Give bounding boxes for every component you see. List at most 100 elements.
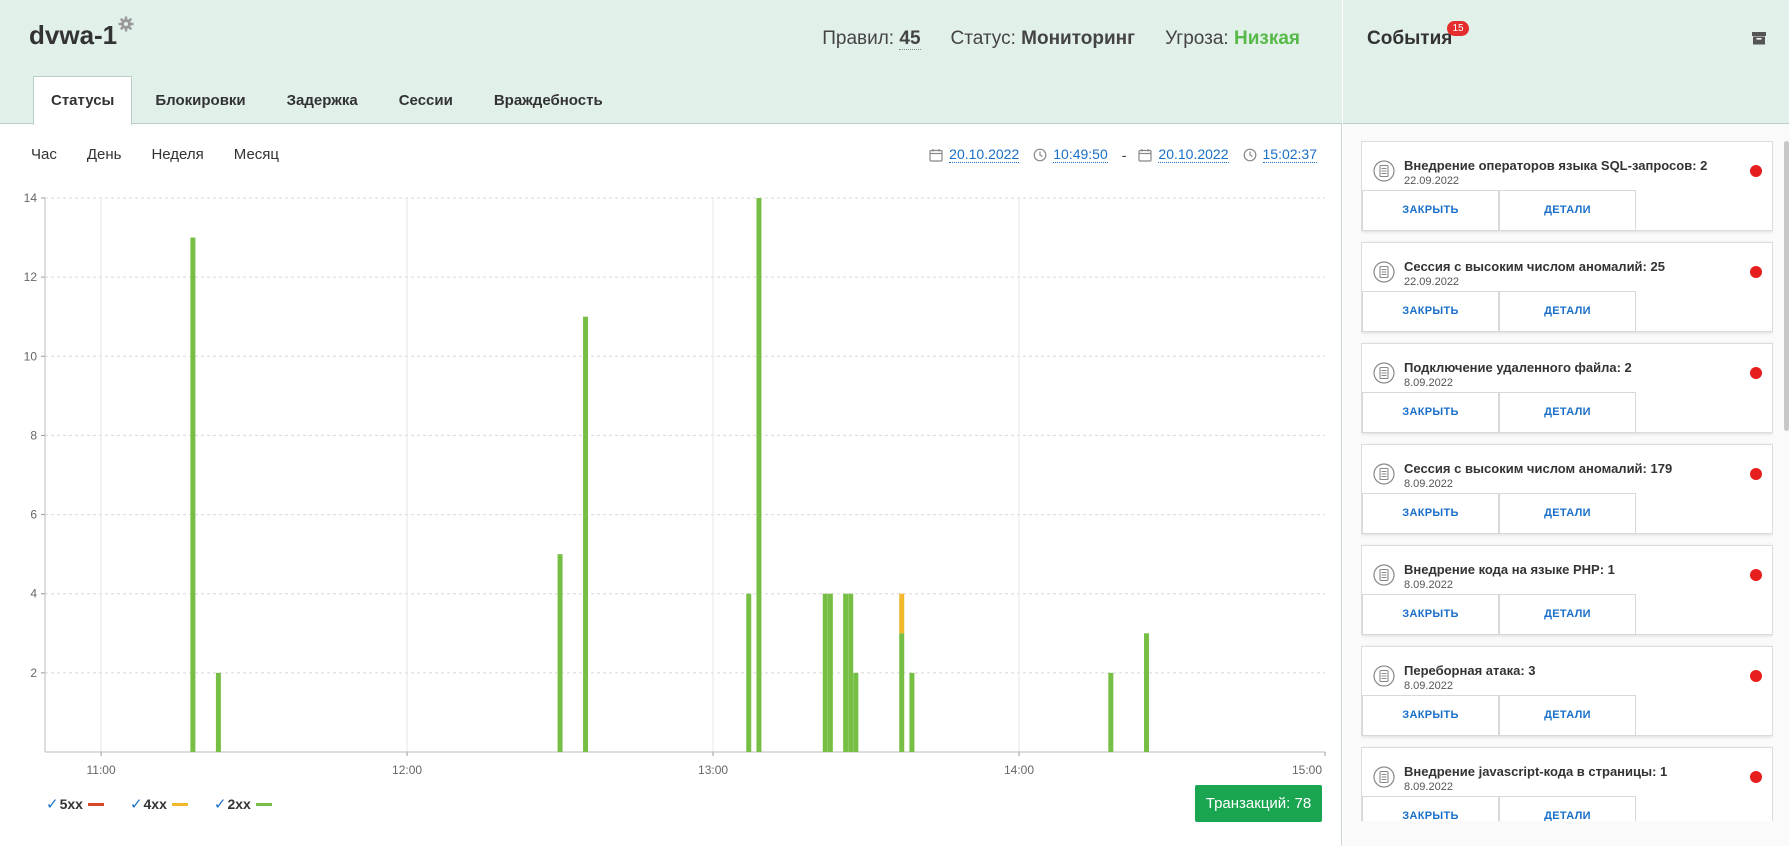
event-card[interactable]: Подключение удаленного файла: 2 8.09.2022…: [1361, 343, 1773, 433]
rules-value[interactable]: 45: [899, 28, 921, 50]
close-event-button[interactable]: ЗАКРЫТЬ: [1362, 594, 1499, 635]
event-details-button[interactable]: ДЕТАЛИ: [1499, 392, 1636, 433]
document-icon: [1373, 766, 1395, 788]
start-time-input[interactable]: 10:49:50: [1053, 146, 1108, 163]
period-week[interactable]: Неделя: [151, 146, 203, 163]
end-date-input[interactable]: 20.10.2022: [1158, 146, 1229, 163]
bar-2xx[interactable]: [827, 593, 833, 752]
event-actions: ЗАКРЫТЬ ДЕТАЛИ: [1362, 291, 1636, 332]
event-list-scrollbar[interactable]: [1784, 141, 1789, 431]
app-name: dvwa-1: [29, 20, 118, 50]
archive-icon[interactable]: [1751, 30, 1767, 46]
event-card[interactable]: Внедрение javascript-кода в страницы: 1 8…: [1361, 747, 1773, 821]
event-details-button[interactable]: ДЕТАЛИ: [1499, 291, 1636, 332]
tab-latency[interactable]: Задержка: [269, 76, 376, 125]
bar-4xx[interactable]: [899, 593, 905, 634]
bar-2xx[interactable]: [1108, 672, 1114, 752]
bar-2xx[interactable]: [1144, 633, 1150, 752]
close-event-button[interactable]: ЗАКРЫТЬ: [1362, 695, 1499, 736]
bar-2xx[interactable]: [848, 593, 854, 752]
y-tick-label: 10: [24, 349, 38, 363]
event-title: Подключение удаленного файла: 2: [1404, 360, 1632, 375]
close-event-button[interactable]: ЗАКРЫТЬ: [1362, 493, 1499, 534]
x-tick-label: 14:00: [1004, 763, 1034, 777]
bar-2xx[interactable]: [190, 237, 196, 753]
bar-2xx[interactable]: [215, 672, 221, 752]
threat-value: Низкая: [1233, 28, 1300, 49]
document-icon: [1373, 261, 1395, 283]
y-tick-label: 12: [24, 270, 38, 284]
event-title: Внедрение операторов языка SQL-запросов:…: [1404, 158, 1708, 173]
bar-2xx[interactable]: [746, 593, 752, 752]
bar-2xx[interactable]: [853, 672, 859, 752]
legend-label-5xx: 5xx: [59, 796, 83, 812]
bar-2xx[interactable]: [899, 633, 905, 752]
bar-2xx[interactable]: [909, 672, 915, 752]
start-date-input[interactable]: 20.10.2022: [949, 146, 1020, 163]
event-date: 22.09.2022: [1404, 276, 1460, 288]
event-card[interactable]: Сессия с высоким числом аномалий: 25 22.0…: [1361, 242, 1773, 332]
tab-statuses[interactable]: Статусы: [33, 76, 133, 125]
y-tick-label: 4: [30, 587, 37, 601]
transactions-button[interactable]: Транзакций: 78: [1195, 785, 1322, 822]
event-card[interactable]: Сессия с высоким числом аномалий: 179 8.0…: [1361, 444, 1773, 534]
event-details-button[interactable]: ДЕТАЛИ: [1499, 493, 1636, 534]
event-details-button[interactable]: ДЕТАЛИ: [1499, 796, 1636, 821]
status-label: Статус:: [950, 28, 1016, 49]
range-separator: -: [1121, 146, 1127, 163]
close-event-button[interactable]: ЗАКРЫТЬ: [1362, 796, 1499, 821]
close-event-button[interactable]: ЗАКРЫТЬ: [1362, 291, 1499, 332]
bar-2xx[interactable]: [822, 593, 828, 752]
event-card[interactable]: Внедрение операторов языка SQL-запросов:…: [1361, 141, 1773, 231]
period-hour[interactable]: Час: [31, 146, 57, 163]
x-tick-label: 12:00: [392, 763, 422, 777]
severity-dot: [1750, 670, 1762, 682]
event-details-button[interactable]: ДЕТАЛИ: [1499, 695, 1636, 736]
y-tick-label: 14: [24, 191, 38, 205]
x-tick-label: 11:00: [87, 763, 116, 777]
tab-sessions[interactable]: Сессии: [381, 76, 471, 125]
bar-2xx[interactable]: [557, 554, 563, 752]
legend-swatch-5xx: [87, 802, 104, 806]
event-date: 8.09.2022: [1404, 680, 1453, 692]
legend-item-5xx[interactable]: ✓ 5xx: [46, 795, 104, 813]
tab-blocks[interactable]: Блокировки: [137, 76, 263, 125]
event-card[interactable]: Внедрение кода на языке PHP: 1 8.09.2022 З…: [1361, 545, 1773, 635]
bar-2xx[interactable]: [843, 593, 849, 752]
severity-dot: [1750, 266, 1762, 278]
status-chart: 2 4 6 8 10 12 14 11:00 12:00 13:00 14:00 15:00: [24, 191, 1326, 777]
legend-swatch-4xx: [171, 802, 188, 806]
legend-swatch-2xx: [255, 802, 272, 806]
tab-hostility[interactable]: Враждебность: [476, 76, 621, 125]
event-date: 8.09.2022: [1404, 377, 1453, 389]
threat-label: Угроза:: [1165, 28, 1229, 49]
document-icon: [1373, 665, 1395, 687]
document-icon: [1373, 463, 1395, 485]
end-time-input[interactable]: 15:02:37: [1262, 146, 1317, 163]
chart-legend: ✓ 5xx ✓ 4xx ✓ 2xx: [46, 795, 272, 813]
status-stat: Статус: Мониторинг: [951, 28, 1136, 50]
document-icon: [1373, 564, 1395, 586]
period-day[interactable]: День: [87, 146, 122, 163]
header: dvwa-1 Правил: 45 Статус: Мониторинг Угр…: [0, 0, 1342, 125]
legend-check-2xx: ✓: [213, 796, 227, 813]
gear-icon[interactable]: [118, 16, 134, 32]
event-title: Внедрение javascript-кода в страницы: 1: [1404, 764, 1668, 779]
clock-icon: [1243, 148, 1256, 161]
close-event-button[interactable]: ЗАКРЫТЬ: [1362, 392, 1499, 433]
bar-2xx[interactable]: [583, 316, 589, 752]
legend-item-2xx[interactable]: ✓ 2xx: [214, 795, 272, 813]
severity-dot: [1750, 771, 1762, 783]
events-panel: События 15 Внедрение операторов языка SQ…: [1343, 0, 1789, 846]
y-tick-label: 6: [30, 508, 37, 522]
period-month[interactable]: Месяц: [234, 146, 279, 163]
event-details-button[interactable]: ДЕТАЛИ: [1499, 190, 1636, 231]
event-card[interactable]: Переборная атака: 3 8.09.2022 ЗАКРЫТЬ ДЕТАЛ…: [1361, 646, 1773, 736]
close-event-button[interactable]: ЗАКРЫТЬ: [1362, 190, 1499, 231]
legend-check-5xx: ✓: [46, 796, 59, 813]
legend-item-4xx[interactable]: ✓ 4xx: [130, 795, 188, 813]
document-icon: [1373, 362, 1395, 384]
event-date: 22.09.2022: [1404, 175, 1460, 187]
bar-2xx[interactable]: [756, 198, 762, 752]
event-details-button[interactable]: ДЕТАЛИ: [1499, 594, 1636, 635]
